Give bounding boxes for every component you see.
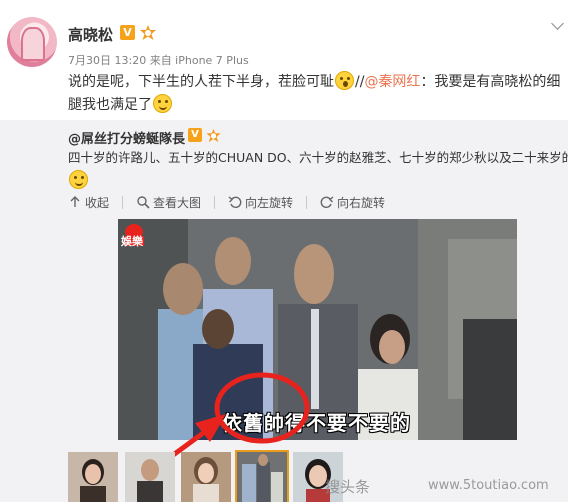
thumbnail[interactable]: [125, 452, 175, 502]
weibo-post: 高晓松 V 7月30日 13:20 来自 iPhone 7 Plus 说的是呢，…: [0, 0, 568, 502]
annotation-overlay: [148, 372, 310, 475]
thumbnail-selected[interactable]: [235, 450, 289, 502]
thumbnail[interactable]: [68, 452, 118, 502]
red-circle-annotation: [214, 372, 310, 444]
watermark-text: 搜头条: [325, 478, 371, 496]
watermark-url: www.5toutiao.com: [428, 478, 549, 493]
thumbnail[interactable]: [181, 452, 231, 502]
